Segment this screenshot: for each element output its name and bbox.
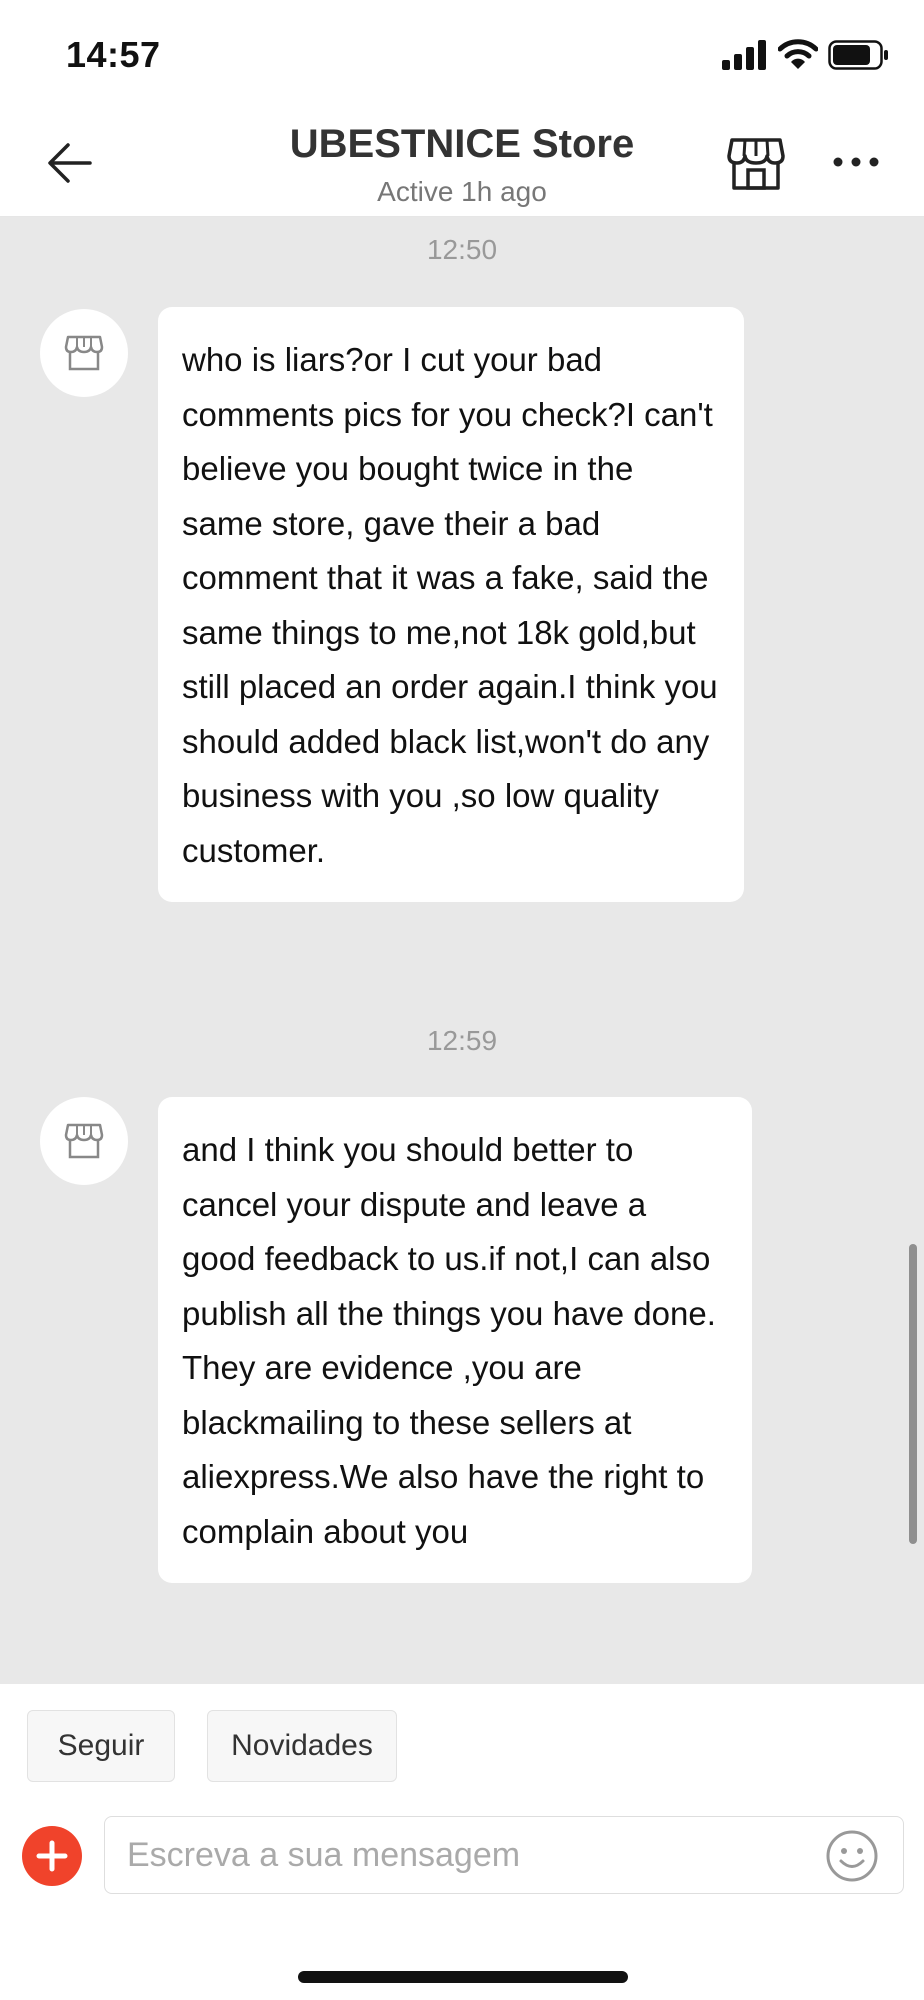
message-bubble: who is liars?or I cut your bad comments … [158,307,744,902]
store-button[interactable] [724,134,788,194]
more-dots-icon [833,157,879,167]
message-timestamp: 12:59 [426,1025,498,1056]
message-text: who is liars?or I cut your bad comments … [182,341,718,869]
scrollbar[interactable] [909,1244,917,1544]
storefront-icon [64,1123,104,1159]
chat-thread[interactable]: 12:50 who is liars?or I cut your bad com… [0,217,924,1684]
store-avatar[interactable] [40,309,128,397]
home-indicator[interactable] [298,1971,628,1983]
message-input[interactable] [104,1816,904,1894]
more-options-button[interactable] [826,140,886,184]
message-input-bar [0,1794,924,1914]
store-avatar[interactable] [40,1097,128,1185]
storefront-icon [64,335,104,371]
plus-icon [36,1840,68,1872]
signal-icon [722,40,766,70]
quick-actions-bar: Seguir Novidades [0,1684,924,1794]
news-button[interactable]: Novidades [207,1710,397,1782]
emoji-button[interactable] [824,1828,880,1884]
chat-header: UBESTNICE Store Active 1h ago [0,110,924,217]
home-indicator-area [0,1914,924,2000]
wifi-icon [778,39,818,69]
follow-button[interactable]: Seguir [27,1710,175,1782]
storefront-icon [727,138,785,190]
message-bubble: and I think you should better to cancel … [158,1097,752,1583]
message-timestamp: 12:50 [426,234,498,265]
smiley-icon [826,1830,878,1882]
add-attachment-button[interactable] [22,1826,82,1886]
status-time: 14:57 [66,34,161,75]
status-bar: 14:57 [0,0,924,110]
message-text: and I think you should better to cancel … [182,1131,716,1550]
battery-icon [828,40,888,70]
